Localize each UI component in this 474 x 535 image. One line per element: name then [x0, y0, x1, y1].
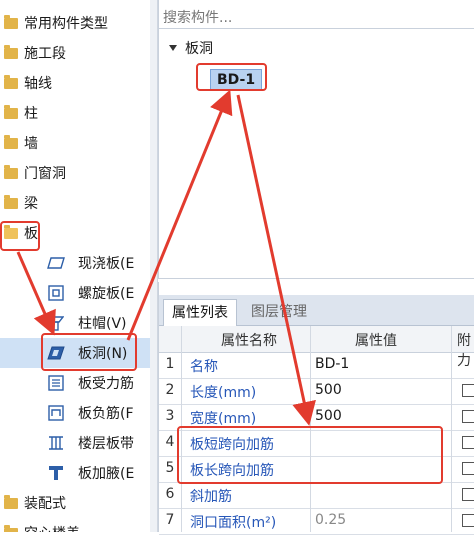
attach-checkbox[interactable] — [462, 410, 474, 423]
property-row[interactable]: 1 名称 BD-1 — [159, 353, 474, 379]
property-row[interactable]: 6 斜加筋 — [159, 483, 474, 509]
tree-item-column[interactable]: 柱 — [0, 98, 150, 128]
tree-item-slab-hole[interactable]: 板洞(N) — [0, 338, 150, 368]
collapse-triangle-icon[interactable] — [169, 45, 177, 51]
cast-slab-icon — [47, 255, 65, 271]
property-row[interactable]: 7 洞口面积(m²) 0.25 — [159, 509, 474, 535]
tree-item-construction-section[interactable]: 施工段 — [0, 38, 150, 68]
tree-item-prefabricated[interactable]: 装配式 — [0, 488, 150, 518]
folder-icon — [4, 195, 18, 209]
column-cap-icon — [47, 315, 65, 331]
property-row[interactable]: 2 长度(mm) 500 — [159, 379, 474, 405]
tree-item-spiral-slab[interactable]: 螺旋板(E — [0, 278, 150, 308]
folder-icon — [4, 15, 18, 29]
tree-item-slab-negative-rebar[interactable]: 板负筋(F — [0, 398, 150, 428]
tab-layer-management[interactable]: 图层管理 — [243, 299, 315, 325]
attach-checkbox[interactable] — [462, 488, 474, 501]
open-folder-icon — [4, 225, 18, 239]
properties-tab-bar: 属性列表 图层管理 — [159, 295, 474, 327]
tree-item-axis[interactable]: 轴线 — [0, 68, 150, 98]
property-row[interactable]: 5 板长跨向加筋 — [159, 457, 474, 483]
folder-icon — [4, 45, 18, 59]
slab-haunch-icon — [47, 465, 65, 481]
tree-item-wall[interactable]: 墙 — [0, 128, 150, 158]
component-search-input[interactable]: 搜索构件... — [159, 4, 474, 29]
tree-item-floor-slab-band[interactable]: 楼层板带 — [0, 428, 150, 458]
folder-icon — [4, 525, 18, 532]
slab-hole-icon — [47, 345, 65, 361]
header-property-name: 属性名称 — [221, 333, 277, 349]
properties-panel: 属性列表 图层管理 属性名称 属性值 附力 1 名称 BD-1 2 长度(mm)… — [158, 282, 474, 535]
tree-item-slab-haunch[interactable]: 板加腋(E — [0, 458, 150, 488]
folder-icon — [4, 165, 18, 179]
folder-icon — [4, 495, 18, 509]
folder-icon — [4, 105, 18, 119]
attach-checkbox[interactable] — [462, 514, 474, 527]
tab-property-list[interactable]: 属性列表 — [163, 299, 237, 327]
attach-checkbox[interactable] — [462, 384, 474, 397]
property-row[interactable]: 4 板短跨向加筋 — [159, 431, 474, 457]
tree-item-common-types[interactable]: 常用构件类型 — [0, 8, 150, 38]
slab-rebar-icon — [47, 375, 65, 391]
attach-checkbox[interactable] — [462, 436, 474, 449]
tree-item-column-cap[interactable]: 柱帽(V) — [0, 308, 150, 338]
column-divider — [310, 326, 311, 532]
component-list-panel: 搜索构件... 板洞 BD-1 — [158, 0, 474, 279]
component-item-bd1[interactable]: BD-1 — [210, 69, 263, 91]
tree-scrollbar[interactable] — [150, 0, 158, 532]
column-divider — [451, 326, 452, 532]
tree-item-cast-in-place-slab[interactable]: 现浇板(E — [0, 248, 150, 278]
tree-item-slab[interactable]: 板 — [0, 218, 150, 248]
folder-icon — [4, 75, 18, 89]
floor-slab-band-icon — [47, 435, 65, 451]
component-type-tree: 常用构件类型 施工段 轴线 柱 墙 门窗洞 梁 板 现浇板(E 螺旋板(E 柱帽… — [0, 0, 150, 532]
spiral-slab-icon — [47, 285, 65, 301]
slab-negative-rebar-icon — [47, 405, 65, 421]
tree-item-door-window-opening[interactable]: 门窗洞 — [0, 158, 150, 188]
tree-item-hollow-floor[interactable]: 空心楼盖 — [0, 518, 150, 532]
tree-item-slab-rebar[interactable]: 板受力筋 — [0, 368, 150, 398]
folder-icon — [4, 135, 18, 149]
component-group-slab-hole[interactable]: 板洞 — [169, 38, 213, 58]
column-divider — [181, 326, 182, 532]
attach-checkbox[interactable] — [462, 462, 474, 475]
properties-grid-header: 属性名称 属性值 附力 — [159, 326, 474, 369]
tree-item-beam[interactable]: 梁 — [0, 188, 150, 218]
property-row[interactable]: 3 宽度(mm) 500 — [159, 405, 474, 431]
header-property-value: 属性值 — [355, 333, 397, 349]
